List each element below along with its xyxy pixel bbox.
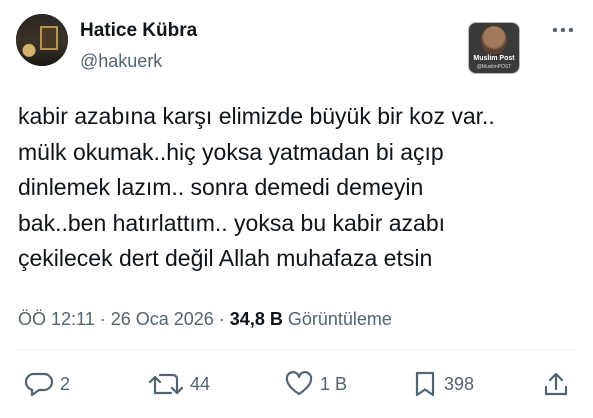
divider bbox=[16, 349, 577, 350]
tweet-text-line: kabir azabına karşı elimizde büyük bir k… bbox=[18, 103, 495, 129]
media-badge-sub-label: @MuslimPOST bbox=[476, 64, 512, 70]
action-bar: 2 44 1 B 398 bbox=[0, 366, 593, 402]
bookmark-button[interactable]: 398 bbox=[412, 366, 474, 402]
share-button[interactable] bbox=[542, 366, 570, 402]
retweet-button[interactable]: 44 bbox=[148, 366, 210, 402]
like-button[interactable]: 1 B bbox=[284, 366, 347, 402]
tweet-text: kabir azabına karşı elimizde büyük bir k… bbox=[18, 99, 578, 277]
tweet-text-line: dinlemek lazım.. sonra demedi demeyin bbox=[18, 174, 424, 200]
tweet-date[interactable]: 26 Oca 2026 bbox=[111, 309, 214, 329]
bookmark-icon bbox=[415, 371, 435, 397]
share-icon bbox=[544, 372, 568, 396]
like-count: 1 B bbox=[320, 373, 348, 394]
avatar[interactable] bbox=[16, 14, 68, 66]
views-count: 34,8 B bbox=[229, 309, 283, 329]
more-horizontal-icon bbox=[552, 27, 574, 33]
reply-icon bbox=[24, 372, 54, 397]
author-name[interactable]: Hatice Kübra bbox=[80, 20, 197, 42]
heart-icon bbox=[285, 371, 313, 396]
tweet-text-line: çekilecek dert değil Allah muhafaza etsi… bbox=[18, 245, 433, 271]
media-badge-label: Muslim Post bbox=[473, 55, 515, 62]
reply-count: 2 bbox=[60, 373, 71, 394]
avatar-image-detail bbox=[40, 26, 58, 50]
tweet-meta: ÖÖ 12:11 · 26 Oca 2026 · 34,8 B Görüntül… bbox=[18, 309, 392, 330]
retweet-icon bbox=[148, 373, 184, 395]
meta-separator: · bbox=[94, 309, 111, 329]
tweet-text-line: bak..ben hatırlattım.. yoksa bu kabir az… bbox=[18, 209, 446, 236]
tweet-card: Hatice Kübra @hakuerk Muslim Post @Musli… bbox=[0, 0, 593, 418]
media-badge-image bbox=[481, 26, 507, 54]
tweet-time[interactable]: ÖÖ 12:11 bbox=[18, 309, 95, 329]
author-handle[interactable]: @hakuerk bbox=[80, 51, 162, 72]
retweet-count: 44 bbox=[190, 373, 211, 394]
meta-separator: · bbox=[213, 309, 230, 329]
bookmark-count: 398 bbox=[444, 373, 475, 394]
views-label: Görüntüleme bbox=[287, 309, 392, 329]
tweet-text-line: mülk okumak..hiç yoksa yatmadan bi açıp bbox=[18, 138, 444, 165]
reply-button[interactable]: 2 bbox=[24, 366, 70, 402]
more-button[interactable] bbox=[548, 18, 578, 42]
media-badge[interactable]: Muslim Post @MuslimPOST bbox=[468, 22, 520, 74]
